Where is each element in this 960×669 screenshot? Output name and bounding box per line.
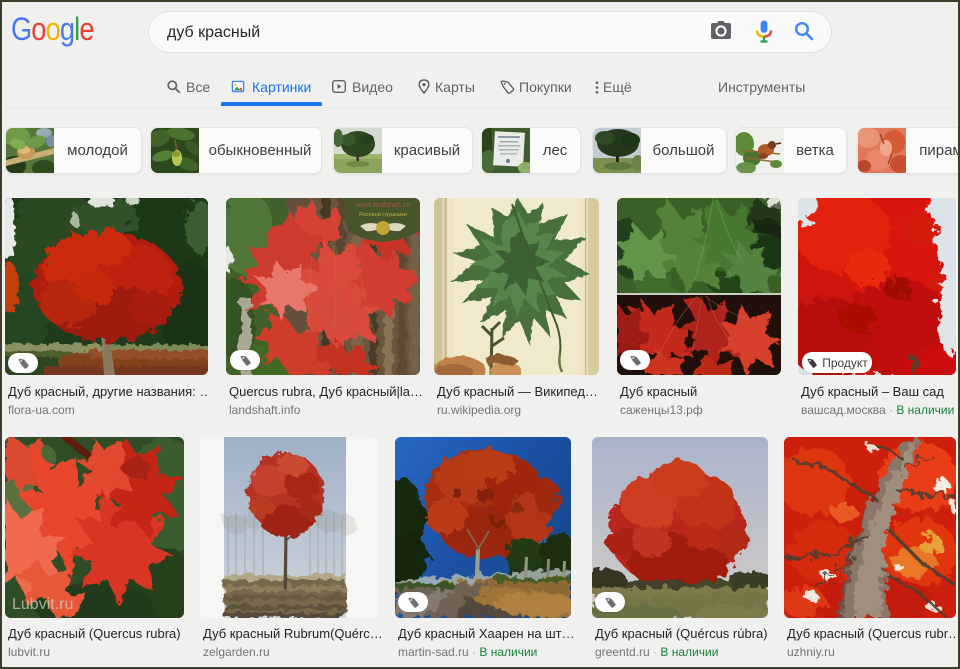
svg-text:Рослини і рушники: Рослини і рушники	[359, 212, 407, 218]
svg-text:www.landshaft.co: www.landshaft.co	[355, 202, 411, 209]
svg-text:Lubvit.ru: Lubvit.ru	[12, 596, 73, 613]
